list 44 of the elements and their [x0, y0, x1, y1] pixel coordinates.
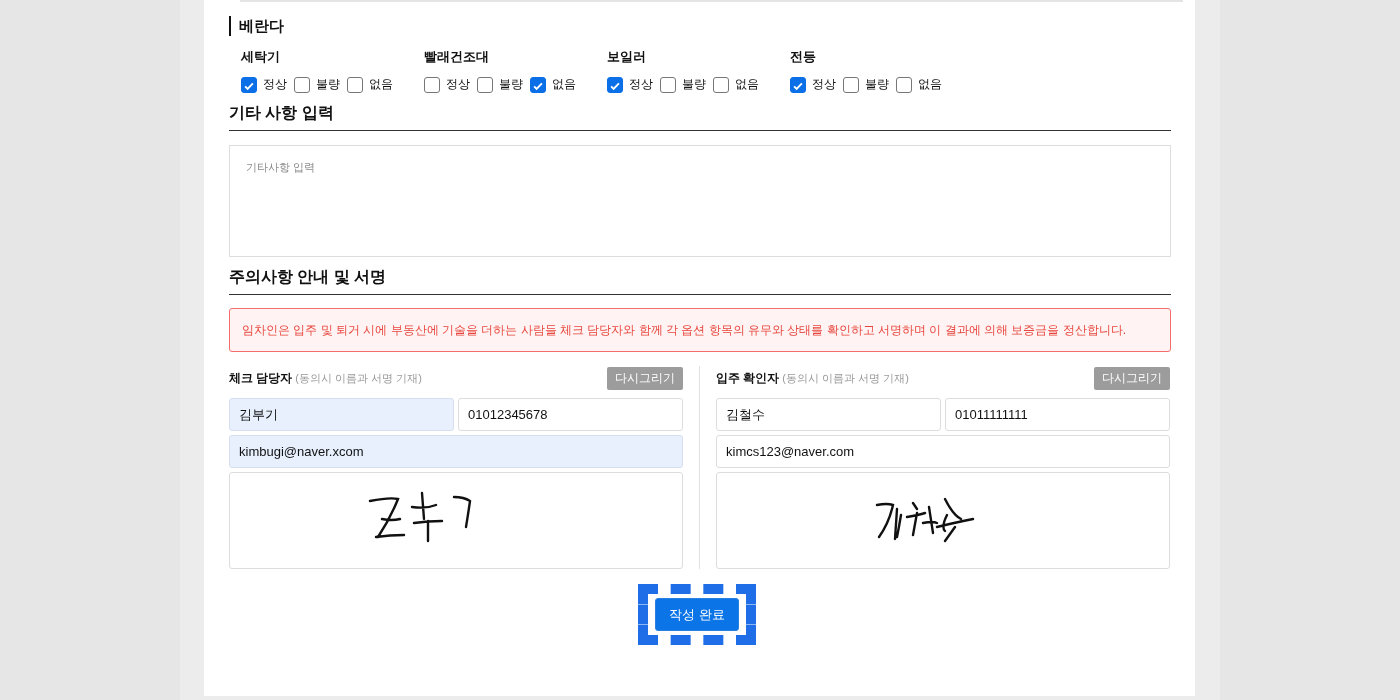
- checkbox[interactable]: [607, 76, 623, 93]
- input-field[interactable]: 01012345678: [458, 398, 683, 431]
- input-field[interactable]: 01011111111: [945, 398, 1170, 431]
- checkbox[interactable]: [713, 76, 729, 93]
- input-field[interactable]: 김철수: [716, 398, 941, 431]
- option-label[interactable]: 불량: [499, 76, 523, 93]
- checkbox[interactable]: [477, 76, 493, 93]
- option-label[interactable]: 없음: [918, 76, 942, 93]
- option-label[interactable]: 없음: [369, 76, 393, 93]
- checkbox[interactable]: [294, 76, 310, 93]
- checkbox[interactable]: [843, 76, 859, 93]
- checkbox[interactable]: [241, 76, 257, 93]
- option-label[interactable]: 정상: [263, 76, 287, 93]
- option-label[interactable]: 정상: [629, 76, 653, 93]
- option-label[interactable]: 정상: [812, 76, 836, 93]
- submit-button[interactable]: 작성 완료: [655, 598, 739, 631]
- hint-text: (동의시 이름과 서명 기재): [295, 370, 423, 386]
- section-subtitle: 베란다: [229, 16, 284, 36]
- option-label[interactable]: 정상: [446, 76, 470, 93]
- input-field[interactable]: 김부기: [229, 398, 454, 431]
- item-label: 보일러: [607, 48, 647, 66]
- item-label: 전등: [790, 48, 817, 66]
- section-title: 기타 사항 입력: [229, 103, 1171, 131]
- input-field[interactable]: kimcs123@naver.com: [716, 435, 1170, 468]
- option-label[interactable]: 없음: [735, 76, 759, 93]
- option-label[interactable]: 불량: [682, 76, 706, 93]
- signer-label: 입주 확인자: [716, 369, 780, 387]
- section-title: 주의사항 안내 및 서명: [229, 267, 1171, 295]
- checkbox[interactable]: [790, 76, 806, 93]
- option-label[interactable]: 없음: [552, 76, 576, 93]
- hint-text: (동의시 이름과 서명 기재): [782, 370, 910, 386]
- checkbox[interactable]: [660, 76, 676, 93]
- input-field[interactable]: kimbugi@naver.xcom: [229, 435, 683, 468]
- checkbox[interactable]: [424, 76, 440, 93]
- signer-label: 체크 담당자: [229, 369, 293, 387]
- notice-text: 임차인은 입주 및 퇴거 시에 부동산에 기술을 더하는 사람들 체크 담당자와 함께 각 옵션 항목의 유무와 상태를 확인하고 서명하며 이 결과에 의해 보증금을 정산합니다.: [229, 308, 1171, 352]
- checkbox[interactable]: [530, 76, 546, 93]
- option-label[interactable]: 불량: [865, 76, 889, 93]
- item-label: 빨래건조대: [424, 48, 490, 66]
- option-label[interactable]: 불량: [316, 76, 340, 93]
- notes-field[interactable]: 기타사항 입력: [229, 145, 1171, 257]
- checkbox[interactable]: [896, 76, 912, 93]
- item-label: 세탁기: [241, 48, 281, 66]
- checkbox[interactable]: [347, 76, 363, 93]
